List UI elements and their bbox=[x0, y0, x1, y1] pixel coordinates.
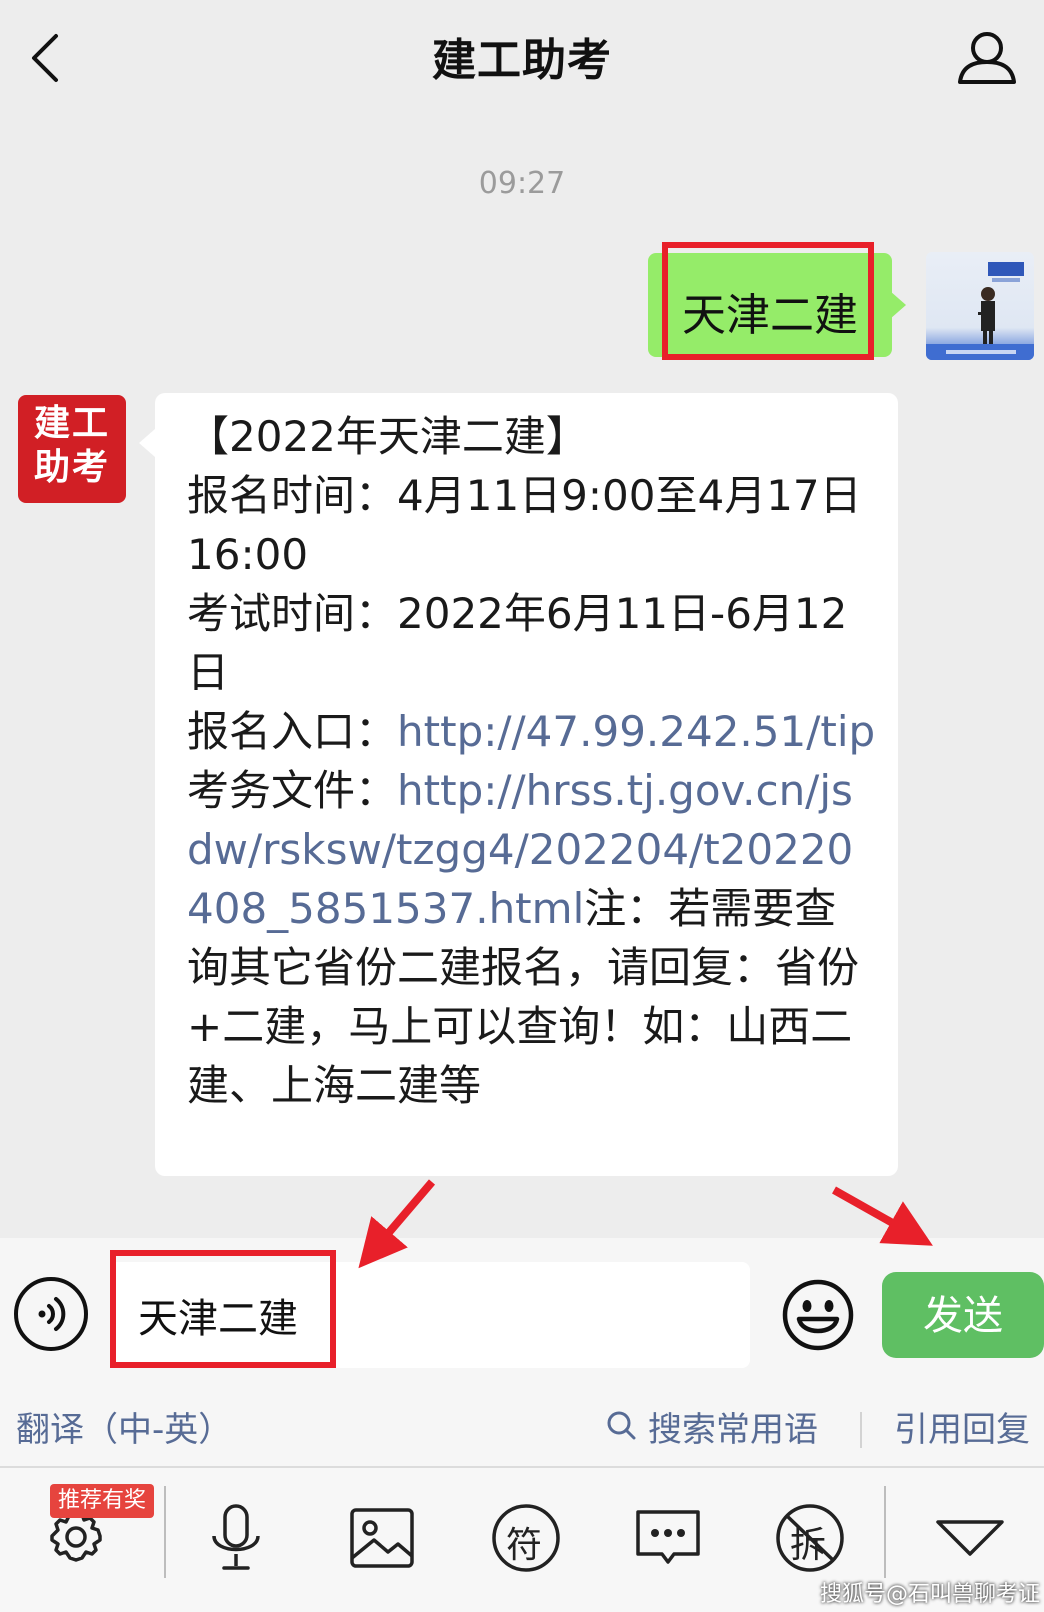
smiley-icon bbox=[782, 1279, 854, 1351]
translate-option[interactable]: 翻译（中-英） bbox=[16, 1402, 232, 1451]
quote-reply-option[interactable]: 引用回复 bbox=[894, 1402, 1030, 1451]
chat-bubble-icon bbox=[636, 1510, 700, 1564]
watermark: 搜狐号@石叫兽聊考证 bbox=[820, 1582, 1041, 1607]
avatar-text-line2: 助考 bbox=[34, 447, 111, 488]
reward-badge: 推荐有奖 bbox=[50, 1484, 155, 1518]
bot-avatar[interactable]: 建工 助考 bbox=[18, 395, 126, 503]
collapse-button[interactable] bbox=[930, 1498, 1010, 1578]
self-avatar[interactable] bbox=[926, 252, 1034, 360]
profile-button[interactable] bbox=[956, 28, 1018, 86]
symbol-glyph: 符 bbox=[506, 1525, 543, 1566]
image-button[interactable] bbox=[342, 1498, 422, 1578]
arrow-to-send bbox=[832, 1186, 933, 1246]
avatar-image bbox=[926, 262, 1034, 360]
voice-input-button[interactable] bbox=[14, 1277, 88, 1351]
received-message-bubble[interactable]: 【2022年天津二建】 报名时间：4月11日9:00至4月17日16:00 考试… bbox=[139, 393, 898, 1176]
microphone-button[interactable] bbox=[196, 1498, 276, 1578]
quick-reply-button[interactable] bbox=[628, 1498, 708, 1578]
emoji-button[interactable] bbox=[780, 1277, 856, 1353]
voice-wave-icon bbox=[38, 1297, 66, 1331]
send-button[interactable]: 发送 bbox=[882, 1272, 1044, 1358]
bubble-tail bbox=[139, 429, 155, 457]
bubble-tail bbox=[890, 291, 906, 319]
avatar-text-line1: 建工 bbox=[34, 403, 111, 444]
page-title: 建工助考 bbox=[432, 35, 612, 86]
message-body-part1: 【2022年天津二建】 报名时间：4月11日9:00至4月17日16:00 考试… bbox=[187, 412, 862, 756]
symbol-button[interactable]: 符 bbox=[486, 1498, 566, 1578]
dismantle-glyph: 拆 bbox=[790, 1525, 827, 1566]
sent-message-highlight-box bbox=[662, 242, 874, 360]
input-highlight-box bbox=[110, 1250, 336, 1368]
message-timestamp: 09:27 bbox=[478, 166, 566, 201]
search-phrases-option[interactable]: 搜索常用语 bbox=[648, 1402, 818, 1451]
tool-divider bbox=[164, 1486, 166, 1578]
image-icon bbox=[350, 1508, 414, 1568]
tool-divider bbox=[884, 1486, 886, 1578]
microphone-icon bbox=[212, 1504, 260, 1570]
divider bbox=[860, 1412, 862, 1448]
dismantle-button[interactable]: 拆 bbox=[770, 1498, 850, 1578]
registration-link[interactable]: http://47.99.242.51/tip bbox=[397, 707, 875, 756]
received-message-text: 【2022年天津二建】 报名时间：4月11日9:00至4月17日16:00 考试… bbox=[187, 407, 877, 1115]
search-icon bbox=[607, 1411, 636, 1440]
person-icon bbox=[958, 32, 1016, 84]
collapse-icon bbox=[936, 1520, 1004, 1556]
message-body-part2: 考务文件： bbox=[187, 766, 398, 815]
